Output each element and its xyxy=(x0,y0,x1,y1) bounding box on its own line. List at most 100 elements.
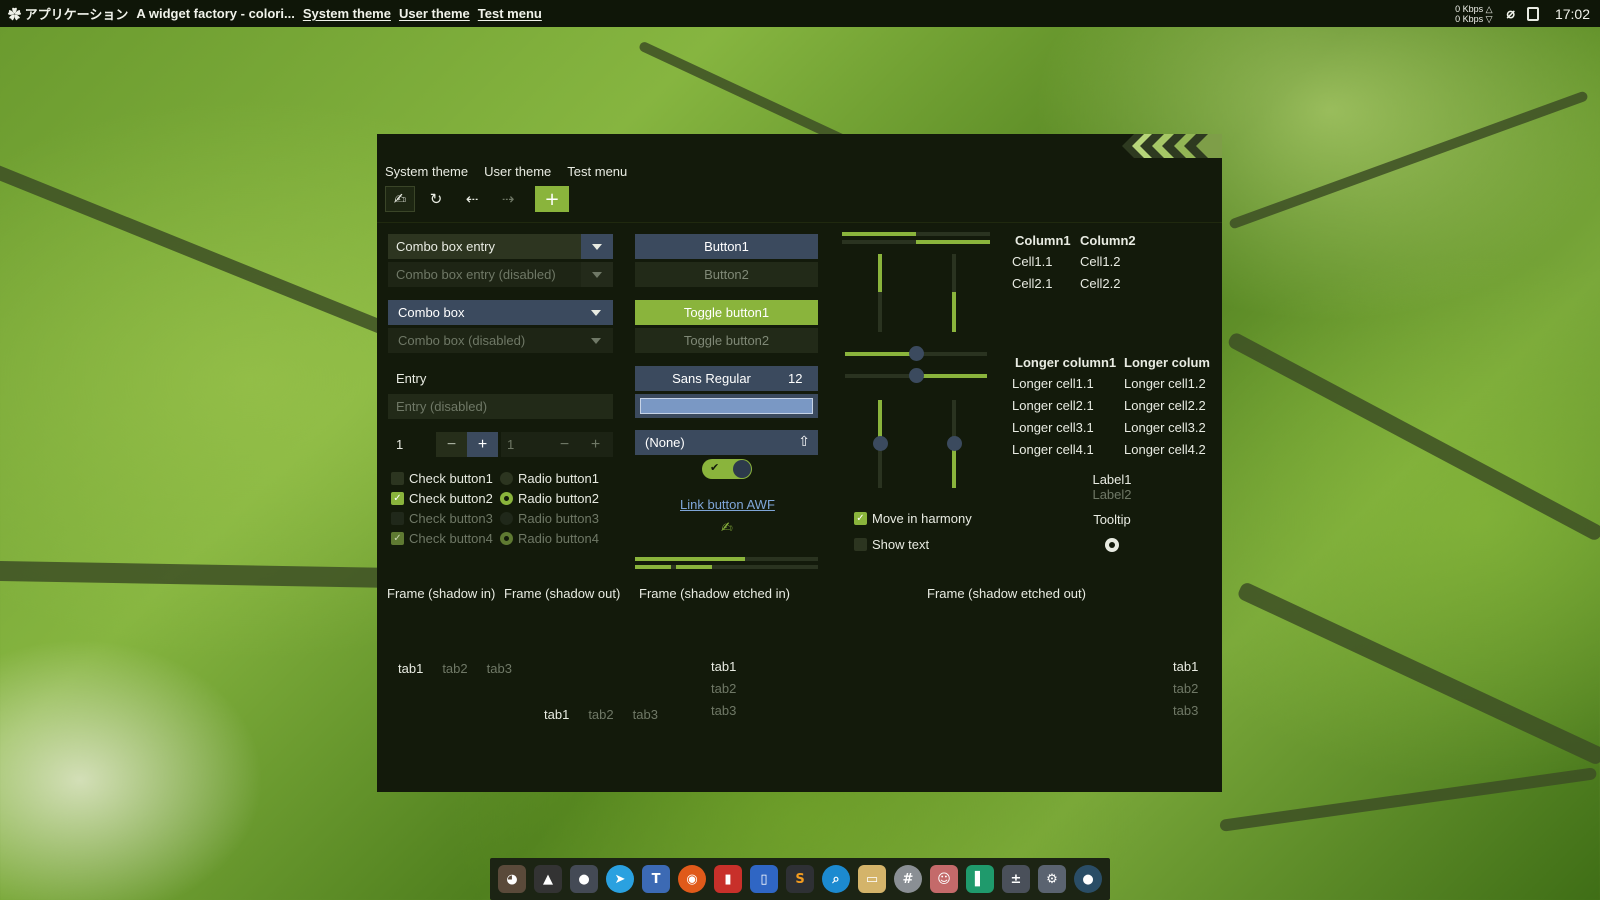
link-button[interactable]: Link button AWF xyxy=(680,497,775,512)
menu-item-test[interactable]: Test menu xyxy=(567,164,627,179)
toggle-button-2[interactable]: Toggle button2 xyxy=(635,328,818,353)
menu-item-system-theme[interactable]: System theme xyxy=(385,164,468,179)
column-header-longer-1[interactable]: Longer column1 xyxy=(1012,355,1124,370)
tree-view-1[interactable]: Column1 Column2 Cell1.1 Cell1.2 Cell2.1 … xyxy=(1012,230,1212,294)
tree-header: Longer column1 Longer colum xyxy=(1012,352,1212,372)
font-button[interactable]: Sans Regular 12 xyxy=(635,366,818,391)
spin-increment-button[interactable]: + xyxy=(467,432,498,457)
radio-button-1[interactable]: Radio button1 xyxy=(500,468,599,488)
column-header-longer-2[interactable]: Longer colum xyxy=(1124,355,1210,370)
tooltip-label[interactable]: Tooltip xyxy=(1072,512,1152,527)
tab-3[interactable]: tab3 xyxy=(633,707,658,722)
spin-decrement-button[interactable]: − xyxy=(436,432,467,457)
menu-user-theme[interactable]: User theme xyxy=(399,6,470,21)
firefox-launcher-icon[interactable]: ◉ xyxy=(678,865,706,893)
hscale-1-slider[interactable] xyxy=(909,346,924,361)
column-header-2[interactable]: Column2 xyxy=(1080,233,1136,248)
hscale-2-slider[interactable] xyxy=(909,368,924,383)
tab-3[interactable]: tab3 xyxy=(1173,703,1198,718)
sublime-launcher-icon[interactable]: S xyxy=(786,865,814,893)
move-in-harmony-check[interactable]: ✓ Move in harmony xyxy=(854,508,972,528)
radio-button-2[interactable]: Radio button2 xyxy=(500,488,599,508)
calculator-launcher-icon[interactable]: ± xyxy=(1002,865,1030,893)
table-row[interactable]: Cell1.1 Cell1.2 xyxy=(1012,250,1212,272)
clock[interactable]: 17:02 xyxy=(1555,6,1590,22)
menu-item-user-theme[interactable]: User theme xyxy=(484,164,551,179)
files-launcher-icon[interactable]: ▭ xyxy=(858,865,886,893)
check-button-2[interactable]: ✓ Check button2 xyxy=(391,488,493,508)
button-1[interactable]: Button1 xyxy=(635,234,818,259)
table-row[interactable]: Cell2.1 Cell2.2 xyxy=(1012,272,1212,294)
window-title[interactable]: A widget factory - colori... xyxy=(136,6,294,21)
radio[interactable] xyxy=(500,471,513,485)
paperclip-icon[interactable]: ⌀ xyxy=(1507,5,1515,22)
settings-launcher-icon[interactable]: ⚙ xyxy=(1038,865,1066,893)
tab-1[interactable]: tab1 xyxy=(544,707,569,722)
tab-2[interactable]: tab2 xyxy=(588,707,613,722)
hash-launcher-icon[interactable]: # xyxy=(894,865,922,893)
app-menu-icon: ✿ xyxy=(8,7,25,22)
tab-1[interactable]: tab1 xyxy=(398,661,423,676)
combo-box-entry[interactable]: Combo box entry xyxy=(388,234,613,259)
anime-launcher-icon[interactable]: ☺ xyxy=(930,865,958,893)
frame-shadow-out-label: Frame (shadow out) xyxy=(504,586,621,601)
toggle-switch[interactable]: ✔ xyxy=(702,459,752,479)
color-button[interactable] xyxy=(635,394,818,418)
table-row[interactable]: Longer cell3.1 Longer cell3.2 xyxy=(1012,416,1212,438)
tab-1[interactable]: tab1 xyxy=(711,659,736,674)
gimp-button[interactable]: ✍ xyxy=(385,186,415,212)
combo-box[interactable]: Combo box xyxy=(388,300,613,325)
tree-view-2[interactable]: Longer column1 Longer colum Longer cell1… xyxy=(1012,352,1212,460)
toggle-button-1[interactable]: Toggle button1 xyxy=(635,300,818,325)
column-header-1[interactable]: Column1 xyxy=(1012,233,1080,248)
combo-entry-dropdown-button[interactable] xyxy=(581,234,613,259)
entry-field[interactable]: Entry xyxy=(388,366,613,391)
book-launcher-icon[interactable]: ▌ xyxy=(966,865,994,893)
spin-disabled-value: 1 xyxy=(507,437,515,452)
menu-system-theme[interactable]: System theme xyxy=(303,6,391,21)
tab-1[interactable]: tab1 xyxy=(1173,659,1198,674)
checkbox[interactable] xyxy=(854,537,867,551)
refresh-button[interactable]: ↻ xyxy=(421,186,451,212)
vscale-2-slider[interactable] xyxy=(947,436,962,451)
color-swatch xyxy=(640,398,813,414)
spin-button[interactable]: 1 − + xyxy=(388,432,500,457)
tab-2[interactable]: tab2 xyxy=(1173,681,1198,696)
tab-2[interactable]: tab2 xyxy=(442,661,467,676)
table-row[interactable]: Longer cell4.1 Longer cell4.2 xyxy=(1012,438,1212,460)
battery-icon[interactable] xyxy=(1526,6,1539,21)
menu-test[interactable]: Test menu xyxy=(478,6,542,21)
gimp-launcher-icon[interactable]: ◕ xyxy=(498,865,526,893)
checkbox-checked[interactable]: ✓ xyxy=(854,511,867,525)
back-button[interactable]: ⇠ xyxy=(457,186,487,212)
table-row[interactable]: Longer cell2.1 Longer cell2.2 xyxy=(1012,394,1212,416)
checkbox[interactable] xyxy=(391,471,404,485)
tab-2[interactable]: tab2 xyxy=(711,681,736,696)
gimp-icon: ✍ xyxy=(393,190,407,208)
palette-launcher-icon[interactable]: ● xyxy=(570,865,598,893)
record-launcher-icon[interactable]: ● xyxy=(1074,865,1102,893)
table-row[interactable]: Longer cell1.1 Longer cell1.2 xyxy=(1012,372,1212,394)
switch-knob[interactable] xyxy=(733,460,751,478)
spin-value[interactable]: 1 xyxy=(388,437,436,452)
forward-button[interactable]: ⇢ xyxy=(493,186,523,212)
tab-3[interactable]: tab3 xyxy=(711,703,736,718)
app-menu-button[interactable]: ✿ アプリケーション xyxy=(8,4,128,23)
tab-3[interactable]: tab3 xyxy=(487,661,512,676)
vscale-1-slider[interactable] xyxy=(873,436,888,451)
telegram-launcher-icon[interactable]: ➤ xyxy=(606,865,634,893)
notebook-launcher-icon[interactable]: ▯ xyxy=(750,865,778,893)
checkbox-checked[interactable]: ✓ xyxy=(391,491,404,505)
search-launcher-icon[interactable]: ⌕ xyxy=(822,865,850,893)
add-icon: + xyxy=(544,188,560,210)
file-chooser-button[interactable]: (None) ⇧ xyxy=(635,430,818,455)
radio-button-group: Radio button1 Radio button2 Radio button… xyxy=(500,468,599,548)
combo-entry-disabled-dropdown xyxy=(581,262,613,287)
tex-launcher-icon[interactable]: T xyxy=(642,865,670,893)
show-text-check[interactable]: Show text xyxy=(854,534,972,554)
radio-selected[interactable] xyxy=(500,491,513,505)
archive-launcher-icon[interactable]: ▮ xyxy=(714,865,742,893)
inkscape-launcher-icon[interactable]: ▲ xyxy=(534,865,562,893)
check-button-1[interactable]: Check button1 xyxy=(391,468,493,488)
add-button[interactable]: + xyxy=(535,186,569,212)
